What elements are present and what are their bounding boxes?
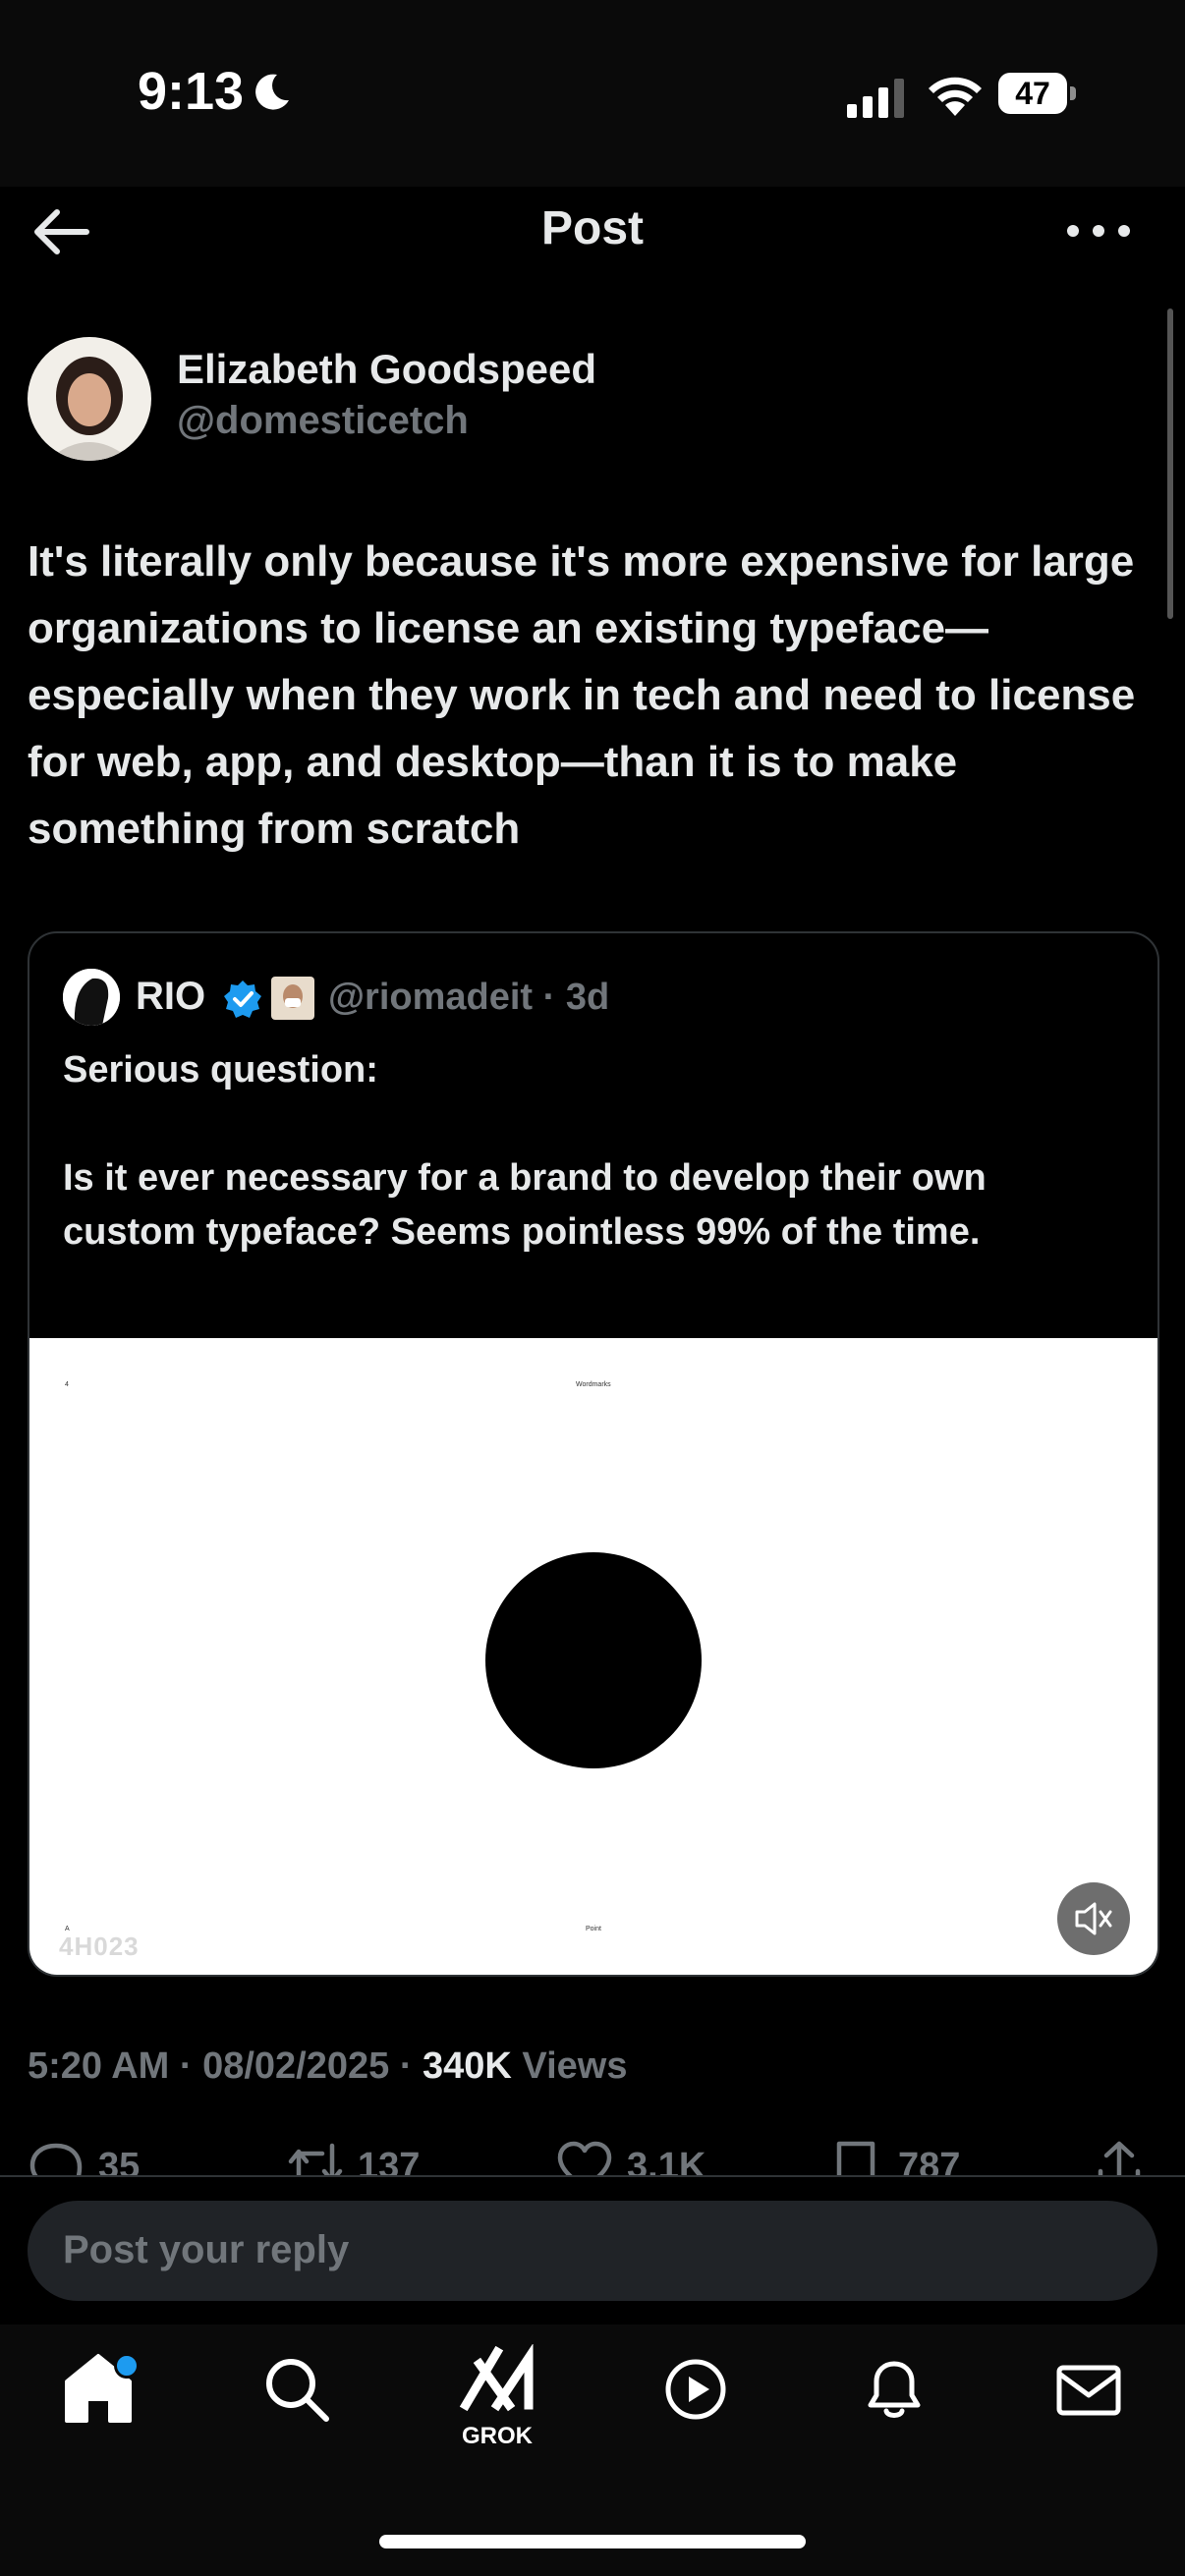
- share-action[interactable]: [1091, 2138, 1148, 2175]
- repost-action[interactable]: 137: [287, 2138, 420, 2175]
- post-timestamp-views: 5:20 AM · 08/02/2025 · 340K Views: [28, 2045, 627, 2088]
- status-time: 9:13: [138, 62, 245, 121]
- media-label-bottom-center: Point: [586, 1926, 601, 1932]
- scrollbar[interactable]: [1167, 308, 1173, 619]
- post-text: It's literally only because it's more ex…: [28, 537, 1136, 853]
- messages-mail-icon[interactable]: [1049, 2350, 1128, 2429]
- reply-count: 35: [98, 2145, 141, 2176]
- more-options-icon[interactable]: [1063, 216, 1134, 246]
- like-count: 3.1K: [627, 2145, 706, 2176]
- author-avatar[interactable]: [28, 337, 151, 461]
- quoted-post-text: Serious question: Is it ever necessary f…: [63, 1049, 987, 1253]
- avatar-image: [28, 337, 151, 461]
- bookmark-icon: [836, 2141, 875, 2175]
- like-action[interactable]: 3.1K: [556, 2138, 705, 2175]
- quoted-author-name[interactable]: RIO: [136, 975, 205, 1019]
- post-timestamp: 5:20 AM · 08/02/2025 ·: [28, 2045, 423, 2087]
- repost-icon: [288, 2143, 343, 2175]
- verified-badge-icon: [224, 980, 261, 1018]
- reply-input[interactable]: Post your reply: [28, 2201, 1157, 2301]
- bookmark-action[interactable]: 787: [827, 2138, 960, 2175]
- mute-button[interactable]: [1057, 1882, 1130, 1955]
- divider: [0, 2175, 1185, 2177]
- bookmark-count: 787: [898, 2145, 961, 2176]
- reply-placeholder: Post your reply: [63, 2228, 350, 2271]
- repost-count: 137: [358, 2145, 421, 2176]
- views-count: 340K: [423, 2045, 512, 2087]
- quoted-media-video[interactable]: 4 Wordmarks A Point 4H023: [29, 1338, 1157, 1975]
- media-label-top-left: 4: [65, 1381, 69, 1388]
- video-play-icon[interactable]: [656, 2350, 735, 2429]
- battery-icon: 47: [998, 73, 1077, 116]
- views-label[interactable]: Views: [512, 2045, 627, 2087]
- battery-level: 47: [998, 73, 1067, 114]
- author-name[interactable]: Elizabeth Goodspeed: [177, 346, 596, 393]
- search-icon[interactable]: [257, 2350, 336, 2429]
- heart-icon: [557, 2141, 612, 2175]
- page-title: Post: [540, 202, 644, 254]
- media-black-circle: [485, 1552, 702, 1768]
- quoted-avatar-image: [63, 969, 120, 1026]
- reply-icon: [29, 2143, 83, 2175]
- moon-icon: [255, 74, 289, 110]
- notification-dot: [114, 2353, 140, 2379]
- battery-tip: [1070, 86, 1076, 100]
- quoted-post-card[interactable]: RIO @riomadeit · 3d Serious question: Is…: [28, 931, 1159, 1977]
- media-label-top-center: Wordmarks: [576, 1381, 611, 1388]
- cellular-signal-icon: [847, 79, 904, 118]
- profile-emoji-icon: [271, 977, 314, 1020]
- author-handle[interactable]: @domesticetch: [177, 399, 469, 443]
- speaker-muted-icon: [1075, 1902, 1112, 1935]
- grok-label: GROK: [462, 2423, 533, 2449]
- post-action-bar: 35 137 3.1K 787: [0, 2132, 1185, 2175]
- share-icon: [1098, 2141, 1141, 2175]
- wifi-icon: [929, 77, 982, 116]
- grok-icon[interactable]: [458, 2344, 536, 2413]
- quoted-avatar[interactable]: [63, 969, 120, 1026]
- home-indicator[interactable]: [379, 2535, 806, 2548]
- media-logo: 4H023: [59, 1932, 140, 1961]
- notifications-bell-icon[interactable]: [855, 2350, 933, 2429]
- quoted-handle-time: @riomadeit · 3d: [328, 977, 610, 1018]
- reply-action[interactable]: 35: [28, 2138, 140, 2175]
